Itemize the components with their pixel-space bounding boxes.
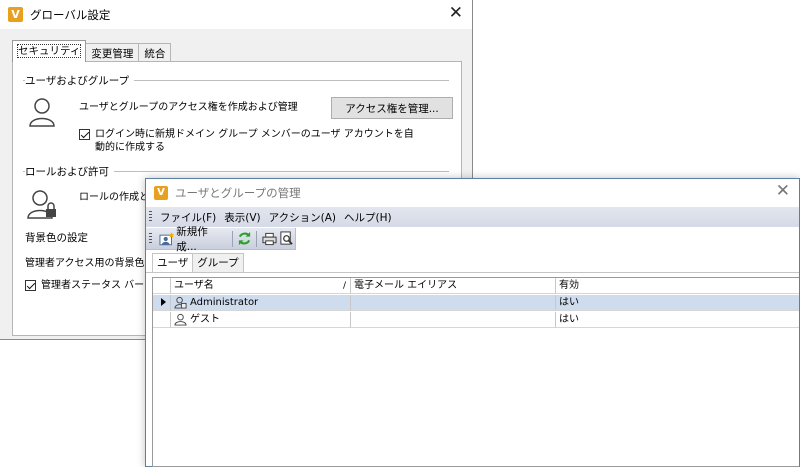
tab-users[interactable]: ユーザ: [152, 253, 194, 272]
title-bar: V ユーザとグループの管理 ✕: [146, 179, 799, 206]
column-username[interactable]: ユーザ名 /: [171, 278, 351, 294]
user-group-manager-window: V ユーザとグループの管理 ✕ ファイル(F) 表示(V) アクション(A) ヘ…: [145, 178, 800, 467]
new-button-label: 新規作成...: [176, 225, 208, 253]
background-description: 管理者アクセス用の背景色を: [25, 258, 155, 269]
print-icon[interactable]: [260, 231, 277, 247]
status-bar-checkbox[interactable]: [25, 280, 36, 291]
cell-username[interactable]: ゲスト: [171, 312, 351, 328]
grip-handle[interactable]: [149, 232, 152, 245]
column-username-label: ユーザ名: [174, 280, 214, 291]
status-bar-row: 管理者ステータス バーの色: [25, 279, 164, 292]
person-lock-icon: [27, 190, 56, 219]
cell-username[interactable]: Administrator: [171, 295, 351, 311]
auto-create-label: ログイン時に新規ドメイン グループ メンバーのユーザ アカウントを自動的に作成す…: [95, 129, 414, 153]
auto-create-checkbox[interactable]: [79, 129, 90, 140]
tab-security[interactable]: セキュリティ: [12, 40, 87, 62]
close-icon[interactable]: ✕: [449, 3, 463, 23]
header-corner: [153, 278, 171, 294]
table-row[interactable]: Administrator はい: [153, 295, 799, 311]
user-group-tabs: ユーザ グループ: [152, 253, 244, 272]
row-pointer-cell: [153, 312, 171, 328]
username-text: Administrator: [190, 296, 259, 308]
roles-group-heading: ロールおよび許可: [25, 164, 114, 179]
column-email[interactable]: 電子メール エイリアス: [351, 278, 556, 294]
toolbar-separator: [232, 230, 234, 247]
row-pointer-cell: [153, 295, 171, 311]
menu-bar: ファイル(F) 表示(V) アクション(A) ヘルプ(H): [146, 207, 799, 227]
app-logo-icon: V: [8, 7, 23, 22]
toolbar: 新規作成...: [146, 226, 296, 253]
menu-view[interactable]: 表示(V): [220, 210, 264, 225]
background-group-heading: 背景色の設定: [25, 230, 93, 245]
menu-action[interactable]: アクション(A): [265, 210, 340, 225]
toolbar-separator: [256, 230, 258, 247]
admin-user-icon: [174, 296, 187, 309]
users-grid-panel: ユーザ名 / 電子メール エイリアス 有効 Administrator はい ゲ…: [146, 272, 799, 467]
manage-access-button[interactable]: アクセス権を管理...: [331, 97, 453, 119]
cell-email[interactable]: [351, 312, 556, 328]
window-title: ユーザとグループの管理: [175, 185, 301, 200]
table-row[interactable]: ゲスト はい: [153, 312, 799, 328]
person-icon: [29, 98, 55, 127]
cell-enabled[interactable]: はい: [556, 312, 799, 328]
menu-file[interactable]: ファイル(F): [156, 210, 220, 225]
row-pointer-icon: [161, 298, 166, 306]
new-user-icon: [159, 231, 175, 245]
person-icon: [174, 313, 187, 326]
sort-icon: /: [342, 281, 346, 291]
close-icon[interactable]: ✕: [776, 181, 790, 201]
new-button[interactable]: 新規作成...: [156, 224, 229, 254]
table-header: ユーザ名 / 電子メール エイリアス 有効: [153, 278, 799, 294]
app-logo-icon: V: [154, 185, 168, 200]
tab-groups[interactable]: グループ: [192, 253, 244, 272]
tab-change-management[interactable]: 変更管理: [85, 43, 140, 62]
users-description: ユーザとグループのアクセス権を作成および管理: [79, 102, 298, 113]
username-text: ゲスト: [190, 313, 220, 325]
grip-handle[interactable]: [149, 211, 152, 223]
tab-integration[interactable]: 統合: [138, 43, 172, 62]
settings-tabs: セキュリティ 変更管理 統合: [12, 40, 172, 62]
users-group-heading: ユーザおよびグループ: [25, 73, 135, 88]
menu-help[interactable]: ヘルプ(H): [340, 210, 396, 225]
window-title: グローバル設定: [30, 7, 111, 22]
users-table: ユーザ名 / 電子メール エイリアス 有効 Administrator はい ゲ…: [152, 277, 799, 467]
auto-create-row: ログイン時に新規ドメイン グループ メンバーのユーザ アカウントを自動的に作成す…: [79, 128, 419, 154]
refresh-icon[interactable]: [236, 231, 253, 247]
title-bar: V グローバル設定 ✕: [0, 0, 472, 29]
column-enabled[interactable]: 有効: [556, 278, 799, 294]
cell-email[interactable]: [351, 295, 556, 311]
print-preview-icon[interactable]: [278, 231, 295, 247]
cell-enabled[interactable]: はい: [556, 295, 799, 311]
